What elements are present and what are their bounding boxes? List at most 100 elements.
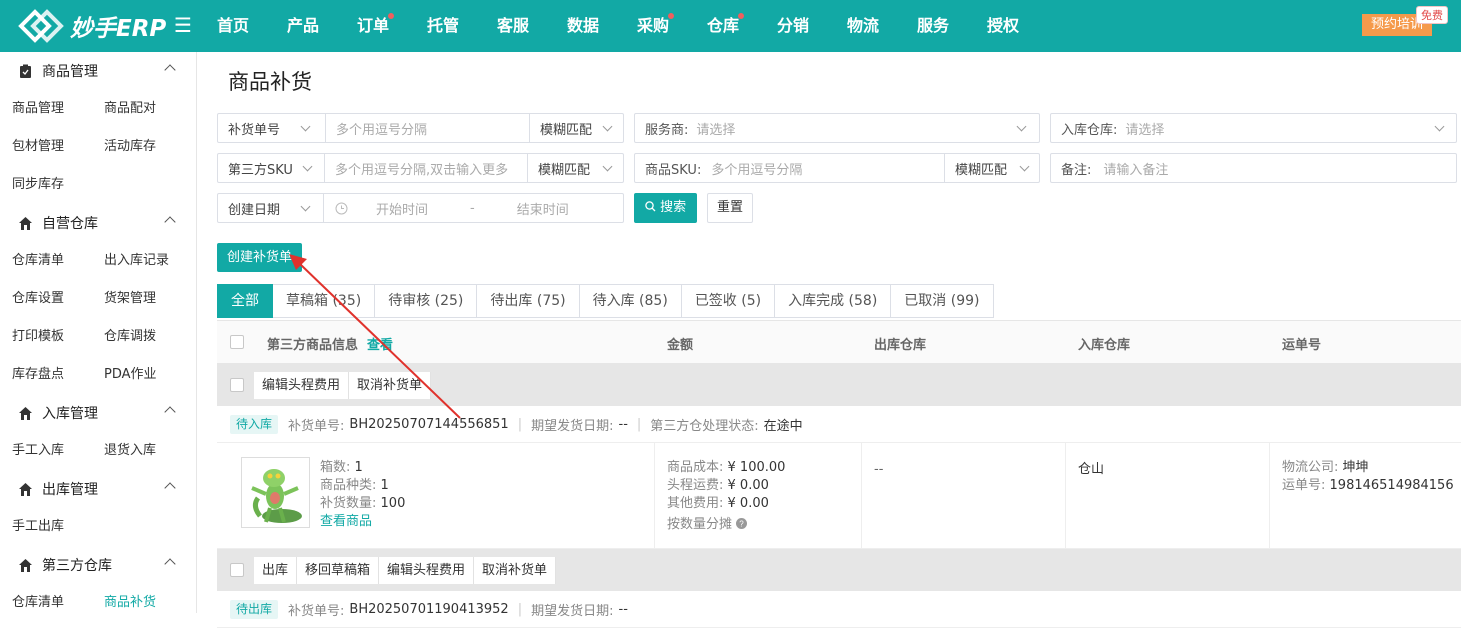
- order-action-button[interactable]: 出库: [254, 557, 298, 584]
- status-tab[interactable]: 草稿箱 (35): [273, 284, 376, 318]
- sidebar-item[interactable]: 仓库调拨: [92, 318, 184, 356]
- order-no-input[interactable]: 多个用逗号分隔: [326, 114, 530, 142]
- provider-select[interactable]: 服务商: 请选择: [634, 113, 1040, 143]
- nav-item[interactable]: 托管: [408, 0, 478, 52]
- tracking-label: 运单号:: [1282, 478, 1326, 493]
- order-detail-row: 箱数: 1 商品种类: 1 补货数量: 100 查看商品 商品成本: ¥ 100…: [217, 443, 1461, 549]
- order-action-button[interactable]: 编辑头程费用: [379, 557, 475, 584]
- sidebar-group-title: 自营仓库: [42, 216, 98, 232]
- nav-item[interactable]: 产品: [268, 0, 338, 52]
- sidebar-item[interactable]: 货架管理: [92, 280, 184, 318]
- order-no-match-select[interactable]: 模糊匹配: [530, 114, 623, 142]
- sidebar-item[interactable]: 仓库清单: [0, 242, 92, 280]
- reset-button[interactable]: 重置: [707, 193, 753, 223]
- amount-cell: 商品成本: ¥ 100.00 头程运费: ¥ 0.00 其他费用: ¥ 0.00…: [655, 443, 862, 549]
- in-warehouse-select[interactable]: 入库仓库: 请选择: [1050, 113, 1457, 143]
- sidebar-item[interactable]: 手工出库: [0, 508, 92, 546]
- nav-item-label: 产品: [286, 16, 319, 35]
- sidebar-group-title: 商品管理: [42, 64, 98, 80]
- nav-item[interactable]: 仓库: [688, 0, 758, 52]
- date-field-select[interactable]: 创建日期: [218, 194, 324, 222]
- nav-item-label: 首页: [216, 16, 249, 35]
- third-sku-input[interactable]: 多个用逗号分隔,双击输入更多: [325, 154, 528, 182]
- nav-item[interactable]: 授权: [968, 0, 1038, 52]
- product-sku-input[interactable]: 商品SKU: 多个用逗号分隔: [635, 154, 945, 182]
- logo[interactable]: 妙手ERP: [18, 9, 166, 43]
- sidebar-item[interactable]: 包材管理: [0, 128, 92, 166]
- create-replenishment-button[interactable]: 创建补货单: [217, 243, 302, 272]
- order-no-field-select[interactable]: 补货单号: [218, 114, 326, 142]
- third-status-label: 第三方仓处理状态:: [650, 418, 759, 434]
- nav-item[interactable]: 数据: [548, 0, 618, 52]
- status-tab[interactable]: 待入库 (85): [579, 284, 682, 318]
- chevron-up-icon[interactable]: [164, 406, 176, 418]
- nav-item[interactable]: 订单: [338, 0, 408, 52]
- sidebar-item[interactable]: 商品补货: [92, 584, 184, 613]
- sidebar-group[interactable]: 出库管理: [0, 470, 196, 508]
- search-button[interactable]: 搜索: [634, 193, 697, 223]
- status-tab[interactable]: 已签收 (5): [681, 284, 776, 318]
- nav-item[interactable]: 分销: [758, 0, 828, 52]
- sidebar-item[interactable]: 退货入库: [92, 432, 184, 470]
- status-tab[interactable]: 入库完成 (58): [775, 284, 892, 318]
- header-view-link[interactable]: 查看: [367, 334, 393, 353]
- sidebar-group[interactable]: 入库管理: [0, 394, 196, 432]
- chevron-up-icon[interactable]: [164, 558, 176, 570]
- status-tab[interactable]: 待出库 (75): [477, 284, 580, 318]
- sidebar-item[interactable]: PDA作业: [92, 356, 184, 394]
- menu-toggle-icon[interactable]: ☰: [174, 15, 192, 35]
- date-range-input[interactable]: 开始时间 - 结束时间: [324, 194, 623, 222]
- order-action-button[interactable]: 编辑头程费用: [254, 372, 350, 399]
- sidebar-item[interactable]: 库存盘点: [0, 356, 92, 394]
- sidebar-item[interactable]: 商品配对: [92, 90, 184, 128]
- provider-placeholder: 请选择: [696, 122, 736, 138]
- sidebar-group[interactable]: 商品管理: [0, 52, 196, 90]
- sidebar-item[interactable]: 仓库设置: [0, 280, 92, 318]
- select-all-checkbox[interactable]: [230, 335, 244, 349]
- expected-date-label: 期望发货日期:: [531, 603, 614, 619]
- sidebar-group[interactable]: 自营仓库: [0, 204, 196, 242]
- view-goods-link[interactable]: 查看商品: [320, 513, 405, 531]
- start-time-placeholder: 开始时间: [376, 202, 429, 218]
- chevron-down-icon: [1434, 121, 1445, 132]
- nav-item-label: 订单: [356, 16, 389, 35]
- sidebar-item[interactable]: 仓库清单: [0, 584, 92, 613]
- order-action-button[interactable]: 移回草稿箱: [297, 557, 380, 584]
- sidebar-item[interactable]: 活动库存: [92, 128, 184, 166]
- third-sku-match-select[interactable]: 模糊匹配: [528, 154, 623, 182]
- top-navbar: 妙手ERP ☰ 首页 产品 订单 托管 客服 数据 采购 仓库 分销 物流 服务 授权 预约培训 免费: [0, 0, 1461, 52]
- status-tab[interactable]: 已取消 (99): [891, 284, 994, 318]
- nav-item[interactable]: 物流: [828, 0, 898, 52]
- sidebar-item[interactable]: 出入库记录: [92, 242, 184, 280]
- order-action-button[interactable]: 取消补货单: [474, 557, 557, 584]
- order-checkbox[interactable]: [230, 563, 244, 577]
- chevron-up-icon[interactable]: [164, 64, 176, 76]
- free-badge: 免费: [1416, 6, 1448, 24]
- nav-item[interactable]: 客服: [478, 0, 548, 52]
- product-sku-match-select[interactable]: 模糊匹配: [945, 154, 1039, 182]
- sidebar-group[interactable]: 第三方仓库: [0, 546, 196, 584]
- nav-item[interactable]: 服务: [898, 0, 968, 52]
- sidebar-item[interactable]: 商品管理: [0, 90, 92, 128]
- product-sku-label: 商品SKU:: [645, 162, 702, 178]
- nav-item[interactable]: 采购: [618, 0, 688, 52]
- status-tab[interactable]: 全部: [217, 284, 273, 318]
- product-sku-filter: 商品SKU: 多个用逗号分隔 模糊匹配: [634, 153, 1040, 183]
- order-checkbox[interactable]: [230, 378, 244, 392]
- nav-item[interactable]: 首页: [198, 0, 268, 52]
- remark-input[interactable]: 备注: 请输入备注: [1050, 153, 1457, 183]
- freight-value: ¥ 0.00: [727, 478, 769, 493]
- sidebar-item[interactable]: 手工入库: [0, 432, 92, 470]
- chevron-up-icon[interactable]: [164, 482, 176, 494]
- remark-label: 备注:: [1061, 162, 1092, 178]
- sidebar-item[interactable]: 打印模板: [0, 318, 92, 356]
- sidebar-group-items: 手工入库 退货入库: [0, 432, 196, 470]
- sidebar-item[interactable]: 同步库存: [0, 166, 92, 204]
- order-action-button[interactable]: 取消补货单: [349, 372, 432, 399]
- chevron-up-icon[interactable]: [164, 216, 176, 228]
- third-sku-field-select[interactable]: 第三方SKU: [218, 154, 325, 182]
- product-thumbnail[interactable]: [241, 457, 310, 528]
- help-icon[interactable]: ?: [736, 518, 748, 529]
- out-warehouse-cell: --: [862, 443, 1066, 549]
- status-tab[interactable]: 待审核 (25): [375, 284, 478, 318]
